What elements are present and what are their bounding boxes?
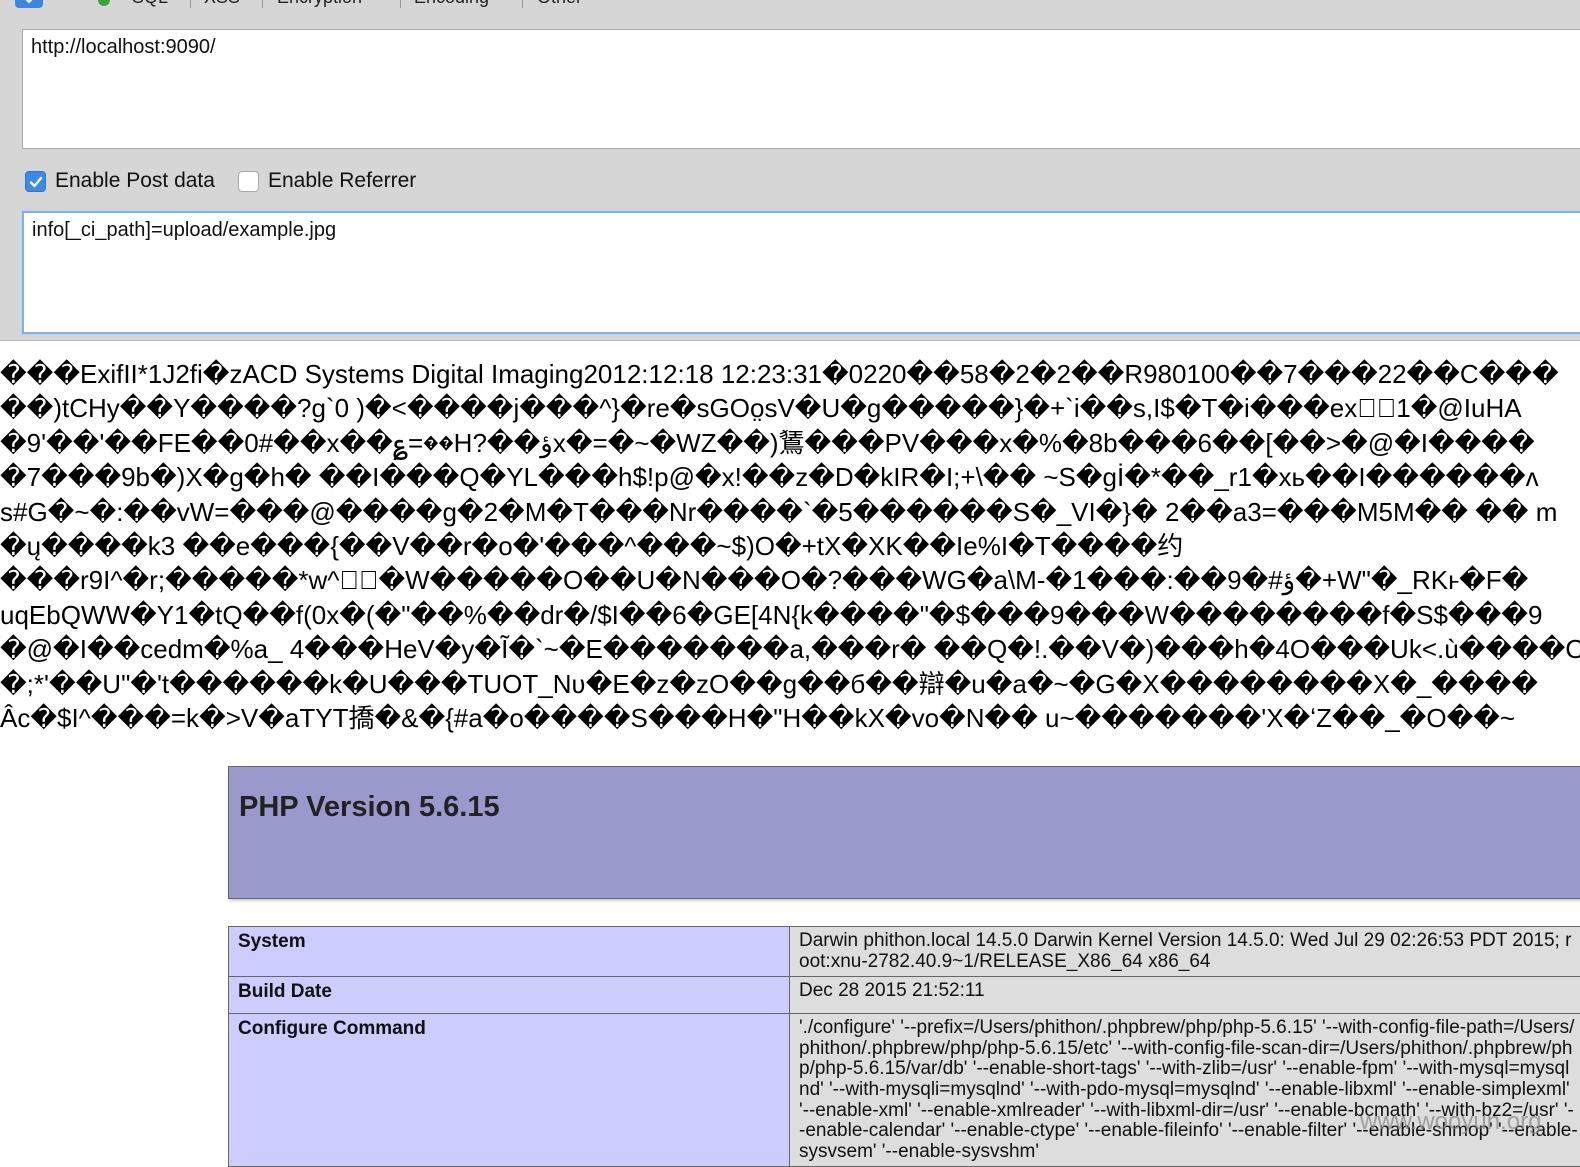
enable-post-checkbox[interactable]: [25, 171, 46, 192]
checkmark-icon: [29, 175, 43, 189]
php-version-title: PHP Version 5.6.15: [239, 791, 500, 824]
binary-line: �@�I��cedm�%a_ 4���HeV�y�Ĩ�`~�E�������a,…: [0, 632, 1580, 666]
binary-line: Âc�$I^���=k�>V�aTYT撟�&�{#a�o����S���H�"H…: [0, 701, 1580, 735]
menu-separator: [262, 0, 263, 8]
binary-line: �7���9b�)X�g�h� ��I���Q�YL���h$!p@�x!��z…: [0, 460, 1580, 494]
menu-separator: [400, 0, 401, 8]
enable-referrer-label: Enable Referrer: [268, 169, 416, 193]
post-data-input[interactable]: info[_ci_path]=upload/example.jpg: [22, 211, 1580, 334]
menu-xss[interactable]: XSS: [204, 0, 240, 8]
table-row: Build Date Dec 28 2015 21:52:11: [229, 977, 1580, 1014]
php-version-header: PHP Version 5.6.15: [228, 766, 1580, 899]
status-dot-icon: [98, 0, 110, 6]
hackbar-menu: SQL XSS Encryption Encoding Other: [0, 0, 1580, 8]
menu-separator: [522, 0, 523, 8]
table-row: System Darwin phithon.local 14.5.0 Darwi…: [229, 927, 1580, 977]
binary-line: �9'��'��FE��0#��x��؏=��H?��ؤx�=�~�WZ��)鵟…: [0, 426, 1580, 460]
menu-encryption[interactable]: Encryption: [277, 0, 362, 8]
menu-sql[interactable]: SQL: [132, 0, 168, 8]
table-row: Configure Command './configure' '--prefi…: [229, 1014, 1580, 1167]
binary-line: ���ExifII*1J2fi�zACD Systems Digital Ima…: [0, 357, 1580, 391]
enable-post-toggle[interactable]: Enable Post data: [25, 168, 215, 194]
row-value: Darwin phithon.local 14.5.0 Darwin Kerne…: [790, 927, 1580, 977]
row-key: Configure Command: [229, 1014, 790, 1167]
binary-line: �ų����k3 ��e���{��V��r�o�'���^���~$)O�+t…: [0, 529, 1580, 563]
binary-line: �;*'��U"�'t������k�U���TUOT_Nʋ�E�z�zO��g…: [0, 667, 1580, 701]
row-key: Build Date: [229, 977, 790, 1014]
load-url-button[interactable]: [15, 0, 43, 8]
binary-line: s#G�~�:��vW=���@����g�2�M�T���Nr����`�5�…: [0, 495, 1580, 529]
watermark: www.wooyun.org: [1360, 1108, 1541, 1136]
menu-encoding[interactable]: Encoding: [414, 0, 489, 8]
hackbar-panel: SQL XSS Encryption Encoding Other http:/…: [0, 0, 1580, 341]
menu-other[interactable]: Other: [537, 0, 582, 8]
binary-output: ���ExifII*1J2fi�zACD Systems Digital Ima…: [0, 357, 1580, 735]
enable-referrer-checkbox[interactable]: [238, 171, 259, 192]
binary-line: ���r9I^�r;�����*w^�⃞�W�����O��U�N���O�?�…: [0, 563, 1580, 597]
binary-line: uqEbQWW�Y1�tQ��f(0x�(�"��%��dr�/$I��6�GE…: [0, 598, 1580, 632]
row-value: Dec 28 2015 21:52:11: [790, 977, 1580, 1014]
chevron-down-icon: [23, 0, 35, 4]
menu-separator: [190, 0, 191, 8]
binary-line: ��)tCHy��Y����?g`0 )�<����j���^}�re�sGOo…: [0, 391, 1580, 425]
enable-post-label: Enable Post data: [55, 169, 215, 193]
enable-referrer-toggle[interactable]: Enable Referrer: [238, 168, 416, 194]
url-input[interactable]: http://localhost:9090/: [22, 29, 1580, 149]
row-key: System: [229, 927, 790, 977]
row-value: './configure' '--prefix=/Users/phithon/.…: [790, 1014, 1580, 1167]
